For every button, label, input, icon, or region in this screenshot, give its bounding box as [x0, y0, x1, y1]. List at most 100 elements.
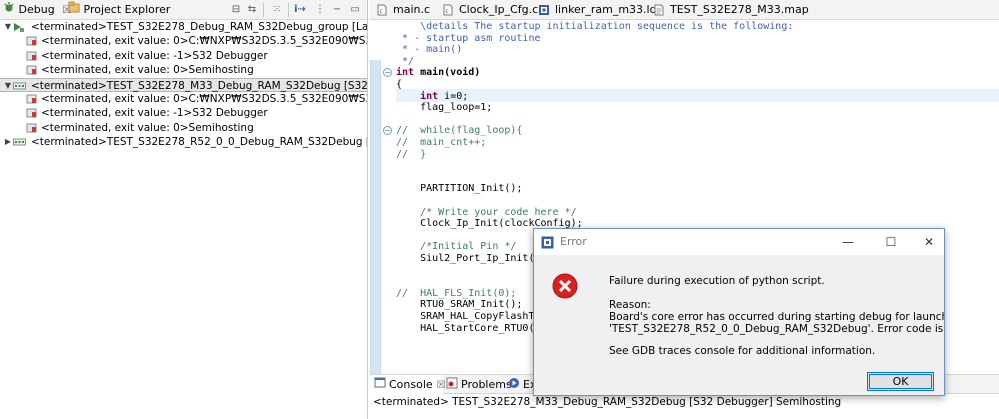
tab-project-explorer[interactable]: Project Explorer: [68, 0, 170, 20]
tab-linker-ram-m33-label: linker_ram_m33.ld: [555, 3, 657, 16]
code-line: flag_loop=1;: [396, 102, 493, 114]
code-keyword: int: [396, 67, 415, 79]
tree-item-label: <terminated>TEST_S32E278_M33_Debug_RAM_S…: [31, 79, 368, 92]
executables-icon: [508, 376, 520, 395]
code-keyword: int: [396, 90, 439, 102]
chevron-down-icon[interactable]: ▼: [3, 79, 13, 93]
tab-console-label: Console: [389, 378, 433, 391]
tree-item[interactable]: <terminated, exit value: -1>S32 Debugger: [0, 106, 367, 120]
tree-item-label: <terminated, exit value: -1>S32 Debugger: [41, 49, 268, 62]
tree-item[interactable]: <terminated, exit value: -1>S32 Debugger: [0, 49, 367, 63]
problems-icon: [446, 376, 458, 395]
tree-item[interactable]: <terminated, exit value: 0>Semihosting: [0, 121, 367, 135]
tree-item-label: <terminated, exit value: -1>S32 Debugger: [41, 107, 268, 120]
chevron-right-icon[interactable]: ▶: [3, 135, 13, 149]
code-line: /* Write your code here */: [396, 206, 577, 218]
project-explorer-icon: [68, 0, 80, 20]
tree-item[interactable]: <terminated, exit value: 0>C:₩NXP₩S32DS.…: [0, 92, 367, 106]
console-status-text: <terminated> TEST_S32E278_M33_Debug_RAM_…: [373, 396, 842, 408]
dialog-title: Error: [560, 235, 587, 248]
ok-button[interactable]: OK: [867, 372, 934, 391]
tab-debug[interactable]: Debug ☒: [3, 0, 71, 20]
tree-item[interactable]: ▼ <terminated>TEST_S32E278_M33_Debug_RAM_…: [0, 77, 368, 93]
launch-config-icon: [13, 81, 26, 91]
tree-item-label: <terminated, exit value: 0>C:₩NXP₩S32DS.…: [41, 93, 367, 105]
process-icon: [26, 108, 37, 118]
launch-config-icon: [13, 137, 26, 147]
collapse-all-icon[interactable]: ⊟: [229, 3, 243, 17]
tree-item[interactable]: <terminated, exit value: 0>C:₩NXP₩S32DS.…: [0, 34, 367, 48]
linker-file-icon: [538, 3, 550, 15]
debug-icon: [3, 0, 15, 20]
error-icon: [552, 273, 578, 302]
tree-item[interactable]: ▼ <terminated>TEST_S32E278_Debug_RAM_S32D…: [0, 20, 368, 34]
process-icon: [26, 51, 37, 61]
tree-item-label: <terminated, exit value: 0>Semihosting: [41, 64, 254, 77]
code-line: // }: [396, 148, 427, 160]
minimize-icon[interactable]: −: [330, 3, 344, 17]
code-text: i=0;: [438, 90, 469, 102]
reason-line-2: 'TEST_S32E278_R52_0_0_Debug_RAM_S32Debug…: [609, 323, 945, 335]
chevron-down-icon[interactable]: ▼: [3, 20, 13, 34]
error-message: Failure during execution of python scrip…: [609, 275, 825, 287]
remove-terminated-icon[interactable]: ⁙: [270, 3, 284, 17]
launch-group-icon: [13, 22, 24, 32]
code-line: * - main(): [396, 44, 463, 56]
code-line: \details The startup initialization sequ…: [396, 21, 794, 32]
tree-item-label: <terminated, exit value: 0>C:₩NXP₩S32DS.…: [41, 35, 367, 48]
left-panel-tab-bar: Debug ☒ Project Explorer ⊟ ⇆ ⁙ i⇢ ⋮ − ▭: [0, 0, 367, 20]
console-output[interactable]: <terminated> TEST_S32E278_M33_Debug_RAM_…: [370, 394, 999, 419]
code-line: int main(void): [396, 67, 480, 79]
toolbar-separator: [263, 3, 264, 17]
c-file-icon: c: [376, 3, 388, 16]
console-icon: [374, 376, 386, 395]
tab-clock-ip-cfg-label: Clock_Ip_Cfg.c: [459, 3, 539, 16]
link-with-editor-icon[interactable]: ⇆: [245, 3, 259, 17]
tree-item-label: <terminated, exit value: 0>Semihosting: [41, 121, 254, 134]
tab-main-c-label: main.c: [393, 3, 431, 16]
tab-debug-label: Debug: [18, 3, 55, 16]
debug-view: Debug ☒ Project Explorer ⊟ ⇆ ⁙ i⇢ ⋮ − ▭ …: [0, 0, 368, 419]
instruction-stepping-icon[interactable]: i⇢: [293, 3, 307, 17]
code-line: * - startup asm routine: [396, 32, 541, 44]
window-maximize-button[interactable]: ☐: [882, 233, 900, 251]
reason-label: Reason:: [609, 299, 651, 311]
hint-text: See GDB traces console for additional in…: [609, 345, 876, 357]
error-dialog: Error — ☐ ✕ Failure during execution of …: [533, 228, 945, 396]
code-line: /*Initial Pin */: [396, 241, 517, 253]
code-line: // main_cnt++;: [396, 137, 487, 148]
toolbar-separator: [288, 3, 289, 17]
window-minimize-button[interactable]: —: [839, 233, 857, 251]
fold-toggle-icon[interactable]: −: [383, 68, 392, 78]
tree-item-label: <terminated>TEST_S32E278_R52_0_0_Debug_R…: [31, 136, 367, 149]
code-line: Siul2_Port_Ip_Init(NUM: [396, 253, 553, 264]
process-icon: [26, 123, 37, 133]
close-icon[interactable]: ☒: [437, 380, 446, 391]
tree-item-label: <terminated>TEST_S32E278_Debug_RAM_S32De…: [31, 21, 368, 33]
tab-main-c[interactable]: c main.c: [376, 0, 430, 20]
tab-map-file[interactable]: TEST_S32E278_M33.map: [653, 0, 809, 20]
code-line: RTU0_SRAM_Init();: [396, 299, 523, 311]
tab-linker-ram-m33[interactable]: linker_ram_m33.ld: [538, 0, 657, 20]
code-line: {: [396, 79, 403, 90]
dialog-title-bar[interactable]: Error — ☐ ✕: [534, 229, 944, 255]
code-line: int i=0;: [396, 91, 468, 103]
tab-clock-ip-cfg[interactable]: c Clock_Ip_Cfg.c: [442, 0, 538, 20]
svg-text:c: c: [446, 8, 449, 15]
tab-problems[interactable]: Problems: [446, 375, 512, 394]
window-close-button[interactable]: ✕: [920, 233, 938, 251]
tab-project-explorer-label: Project Explorer: [83, 3, 171, 16]
view-menu-icon[interactable]: ⋮: [313, 3, 327, 17]
tree-item[interactable]: ▶ <terminated>TEST_S32E278_R52_0_0_Debug_…: [0, 135, 367, 149]
code-text: main(void): [414, 67, 481, 79]
c-file-icon: c: [442, 3, 454, 16]
tree-item[interactable]: <terminated, exit value: 0>Semihosting: [0, 63, 367, 77]
current-line-highlight: [396, 89, 999, 102]
fold-toggle-icon[interactable]: −: [383, 126, 392, 136]
process-icon: [26, 36, 37, 46]
tab-console[interactable]: Console ☒: [370, 375, 446, 395]
tab-map-file-label: TEST_S32E278_M33.map: [670, 3, 809, 16]
dialog-body: Failure during execution of python scrip…: [534, 255, 945, 395]
tab-problems-label: Problems: [461, 378, 512, 391]
maximize-icon[interactable]: ▭: [348, 3, 362, 17]
